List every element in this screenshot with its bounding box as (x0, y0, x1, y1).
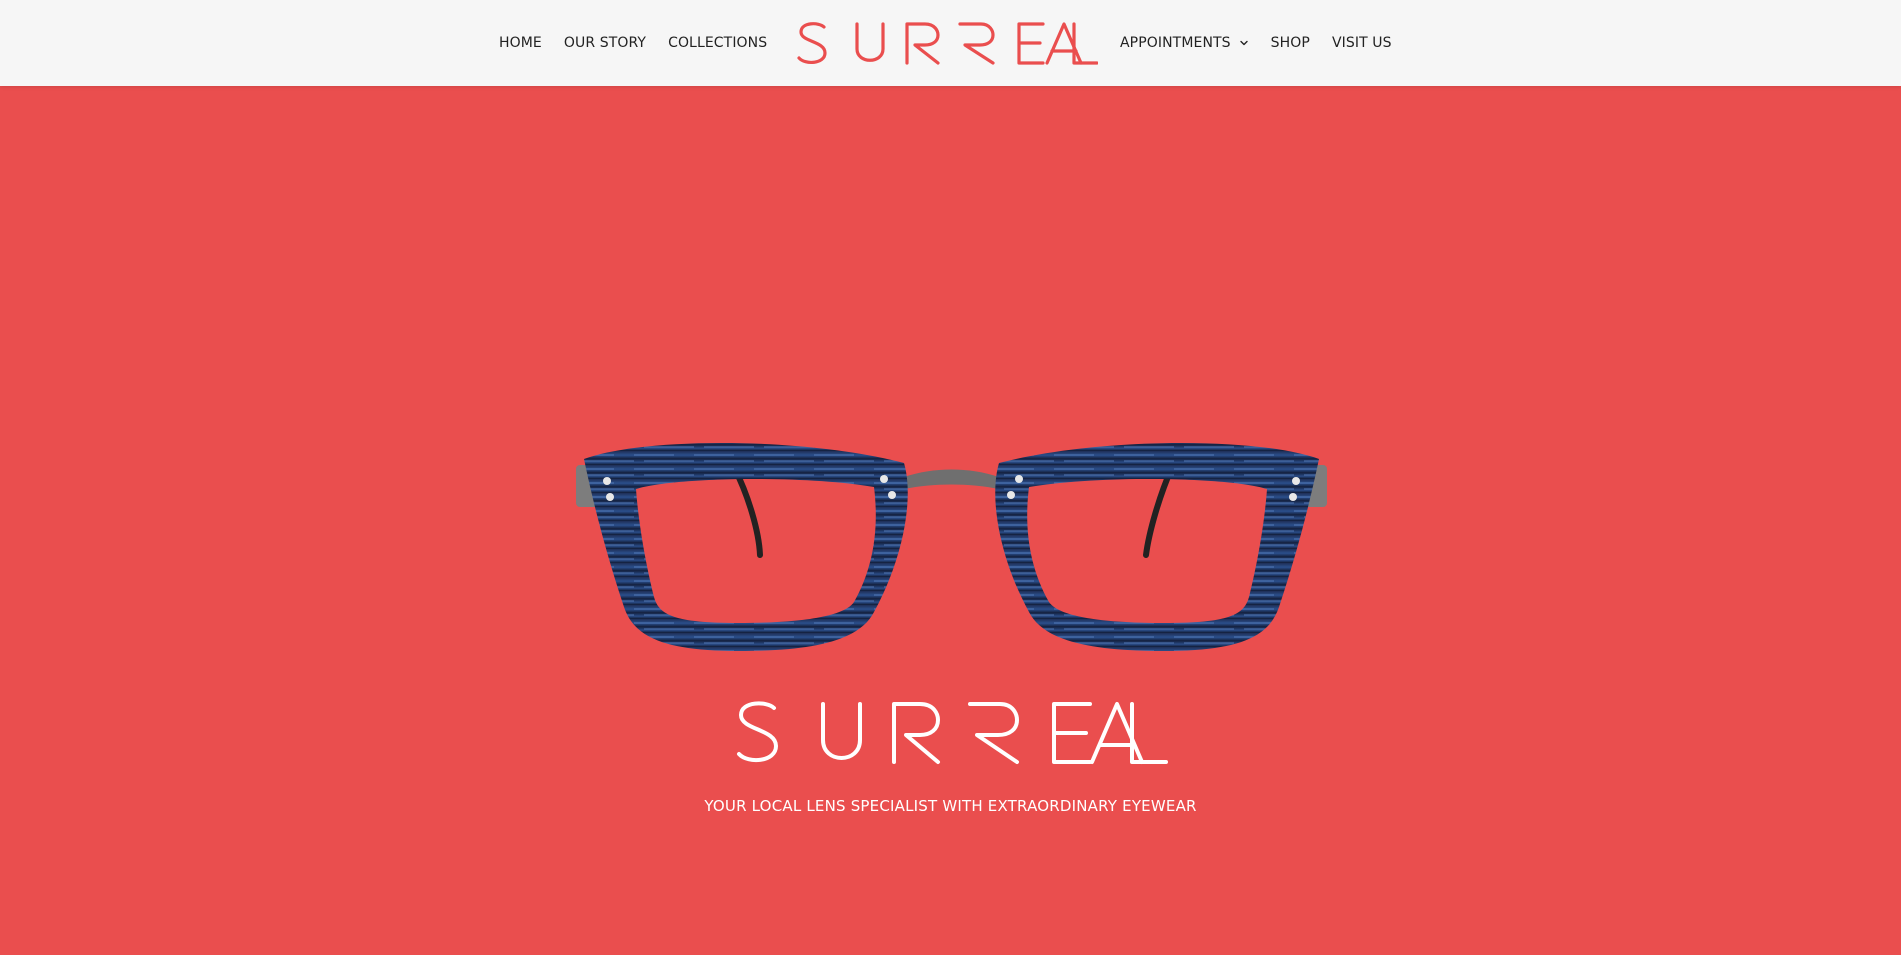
nav-collections-link[interactable]: COLLECTIONS (668, 35, 767, 51)
primary-nav-right: APPOINTMENTS SHOP VISIT US (1120, 0, 1392, 86)
hero-logo (737, 701, 1168, 764)
nav-visit-us-link[interactable]: VISIT US (1332, 35, 1392, 51)
site-header: HOME OUR STORY COLLECTIONS APPOINTMENTS (0, 0, 1901, 86)
nav-our-story-link[interactable]: OUR STORY (564, 35, 646, 51)
eyeglasses-image (576, 442, 1327, 651)
nav-appointments-link[interactable]: APPOINTMENTS (1120, 35, 1249, 51)
nav-appointments-label: APPOINTMENTS (1120, 35, 1231, 51)
hero-tagline: YOUR LOCAL LENS SPECIALIST WITH EXTRAORD… (704, 797, 1197, 815)
site-logo[interactable] (797, 21, 1098, 65)
primary-nav-left: HOME OUR STORY COLLECTIONS (499, 0, 767, 86)
chevron-down-icon (1239, 40, 1248, 46)
nav-shop-link[interactable]: SHOP (1271, 35, 1310, 51)
nav-home-link[interactable]: HOME (499, 35, 542, 51)
